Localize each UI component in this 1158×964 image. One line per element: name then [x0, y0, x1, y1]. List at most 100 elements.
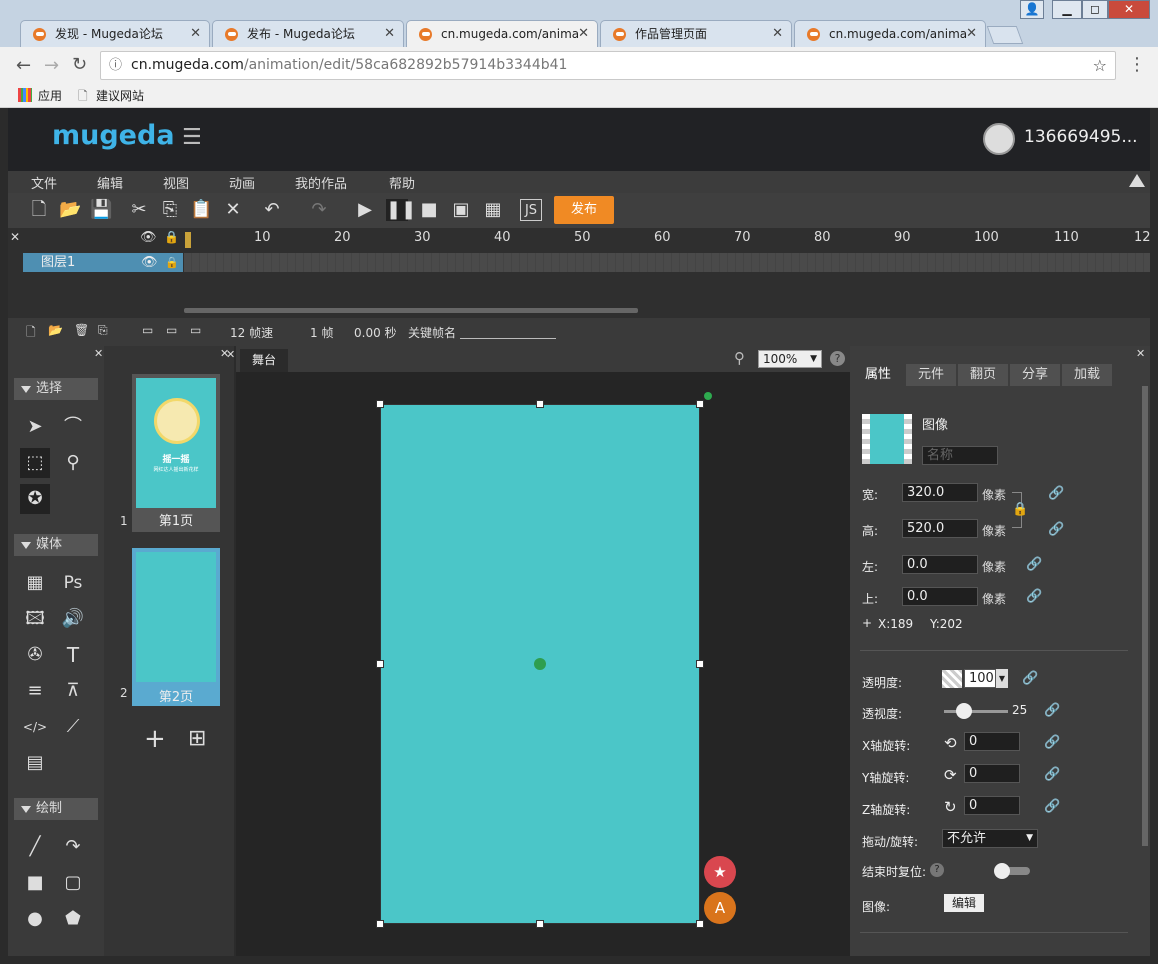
page-thumb-1[interactable]: 摇一摇 网红达人摇出新花样 第1页	[132, 374, 220, 532]
new-tab-button[interactable]	[986, 26, 1024, 44]
layer-visible-icon[interactable]: 👁	[141, 253, 158, 272]
curve-icon[interactable]: ↷	[58, 832, 88, 862]
handle-top[interactable]	[536, 400, 544, 408]
user-icon[interactable]: 👤	[1020, 0, 1044, 19]
rectangle-icon[interactable]: ■	[20, 868, 50, 898]
zoom-icon[interactable]: ⚲	[58, 448, 88, 478]
preview-icon[interactable]: ▣	[450, 199, 472, 221]
link-icon[interactable]: 🔗	[1044, 799, 1060, 814]
copy-icon[interactable]: ⎘	[159, 199, 181, 221]
help-icon[interactable]: ?	[830, 351, 845, 366]
html-widget-icon[interactable]: </>	[20, 712, 50, 742]
node-select-icon[interactable]: ⌒	[58, 412, 88, 442]
add-text-icon[interactable]: A	[704, 892, 736, 924]
grid-media-icon[interactable]: ▦	[20, 568, 50, 598]
link-icon[interactable]: 🔗	[1026, 589, 1042, 604]
delete-layer-icon[interactable]: 🗑	[74, 323, 89, 337]
avatar[interactable]	[983, 123, 1015, 155]
link-icon[interactable]: 🔗	[1022, 671, 1038, 686]
redo-icon[interactable]: ↷	[308, 199, 330, 221]
transform-icon[interactable]: ⬚	[20, 448, 50, 478]
collapse-header-icon[interactable]	[1129, 174, 1145, 187]
menu-edit[interactable]: 编辑	[97, 173, 123, 192]
keyframe-name-input[interactable]	[460, 325, 556, 339]
zoom-search-icon[interactable]: ⚲	[734, 349, 745, 367]
handle-bottom-right[interactable]	[696, 920, 704, 928]
minimize-button[interactable]: ▁	[1052, 0, 1082, 19]
insert-page-icon[interactable]: ⊞	[188, 726, 206, 751]
tab-properties[interactable]: 属性	[852, 364, 904, 386]
tab-stage[interactable]: 舞台	[240, 349, 288, 372]
rotate-z-input[interactable]: 0	[964, 796, 1020, 815]
close-stage-icon[interactable]: ✕	[226, 348, 235, 361]
video-reel-icon[interactable]: ✇	[20, 640, 50, 670]
new-file-icon[interactable]: 🗋	[28, 199, 50, 221]
section-draw[interactable]: 绘制	[14, 798, 98, 820]
rotate-handle[interactable]	[704, 392, 712, 400]
handle-bottom-left[interactable]	[376, 920, 384, 928]
close-properties-icon[interactable]: ✕	[1136, 347, 1145, 360]
reset-toggle[interactable]	[994, 863, 1030, 879]
chrome-menu-icon[interactable]: ⋮	[1128, 54, 1146, 75]
browser-tab[interactable]: 发现 - Mugeda论坛 ✕	[20, 20, 210, 47]
stop-icon[interactable]: ■	[418, 199, 440, 221]
handle-right[interactable]	[696, 660, 704, 668]
mugeda-logo[interactable]: mugeda	[52, 120, 175, 151]
close-tab-icon[interactable]: ✕	[578, 21, 589, 47]
rotate-x-input[interactable]: 0	[964, 732, 1020, 751]
add-page-icon[interactable]: +	[144, 724, 166, 754]
tab-symbols[interactable]: 元件	[906, 364, 956, 386]
browser-tab[interactable]: cn.mugeda.com/anima ✕	[794, 20, 986, 47]
close-tools-icon[interactable]: ✕	[94, 347, 103, 360]
rounded-rectangle-icon[interactable]: ▢	[58, 868, 88, 898]
hamburger-menu-icon[interactable]: ☰	[182, 125, 202, 150]
paste-icon[interactable]: 📋	[190, 199, 212, 221]
copy-layer-icon[interactable]: ⎘	[98, 323, 108, 338]
timeline-scrollbar[interactable]	[184, 308, 638, 313]
bookmark-apps[interactable]: 应用	[38, 87, 62, 104]
circle-icon[interactable]: ●	[20, 904, 50, 934]
drag-rotate-select[interactable]: 不允许 ▼	[942, 829, 1038, 848]
link-icon[interactable]: 🔗	[1048, 522, 1064, 537]
undo-icon[interactable]: ↶	[261, 199, 283, 221]
paragraph-icon[interactable]: ≡	[20, 676, 50, 706]
photoshop-icon[interactable]: Ps	[58, 568, 88, 598]
forward-icon[interactable]: →	[44, 55, 59, 76]
menu-my-works[interactable]: 我的作品	[295, 173, 347, 192]
pause-icon[interactable]: ❚❚	[386, 199, 416, 221]
address-bar[interactable]: ⓘ cn.mugeda.com/animation/edit/58ca68289…	[100, 51, 1116, 80]
eye-icon[interactable]: 👁	[140, 230, 157, 245]
layer-row[interactable]: 图层1 👁 🔒	[23, 253, 183, 272]
bookmark-suggested-sites[interactable]: 建议网站	[96, 87, 144, 104]
save-icon[interactable]: 💾	[90, 199, 112, 221]
link-icon[interactable]: 🔗	[1044, 767, 1060, 782]
zoom-select[interactable]: 100% ▼	[758, 350, 822, 368]
tab-page-turn[interactable]: 翻页	[958, 364, 1008, 386]
blank-keyframe-icon[interactable]: ▭	[190, 323, 201, 337]
properties-scrollbar[interactable]	[1142, 386, 1148, 846]
frame-icon[interactable]: ▭	[142, 323, 153, 337]
close-window-button[interactable]: ✕	[1108, 0, 1150, 19]
bookmark-star-icon[interactable]: ☆	[1093, 52, 1107, 79]
cut-icon[interactable]: ✂	[128, 199, 150, 221]
perspective-slider-knob[interactable]	[956, 703, 972, 719]
add-layer-icon[interactable]: 🗋	[26, 323, 36, 344]
browser-tab[interactable]: 作品管理页面 ✕	[600, 20, 792, 47]
reload-icon[interactable]: ↻	[72, 54, 87, 75]
audio-icon[interactable]: 🔊	[58, 604, 88, 634]
width-input[interactable]: 320.0	[902, 483, 978, 502]
link-icon[interactable]: 🔗	[1048, 486, 1064, 501]
tab-share[interactable]: 分享	[1010, 364, 1060, 386]
opacity-dropdown-icon[interactable]: ▼	[996, 669, 1008, 688]
menu-view[interactable]: 视图	[163, 173, 189, 192]
pivot-point[interactable]	[534, 658, 546, 670]
object-name-input[interactable]: 名称	[922, 446, 998, 465]
maximize-button[interactable]: ◻	[1082, 0, 1108, 19]
info-icon[interactable]: ⓘ	[109, 52, 122, 79]
menu-file[interactable]: 文件	[31, 173, 57, 192]
menu-help[interactable]: 帮助	[389, 173, 415, 192]
close-timeline-icon[interactable]: ✕	[10, 230, 20, 244]
help-icon[interactable]: ?	[930, 863, 944, 877]
edit-image-button[interactable]: 编辑	[944, 894, 984, 912]
close-tab-icon[interactable]: ✕	[384, 21, 395, 47]
